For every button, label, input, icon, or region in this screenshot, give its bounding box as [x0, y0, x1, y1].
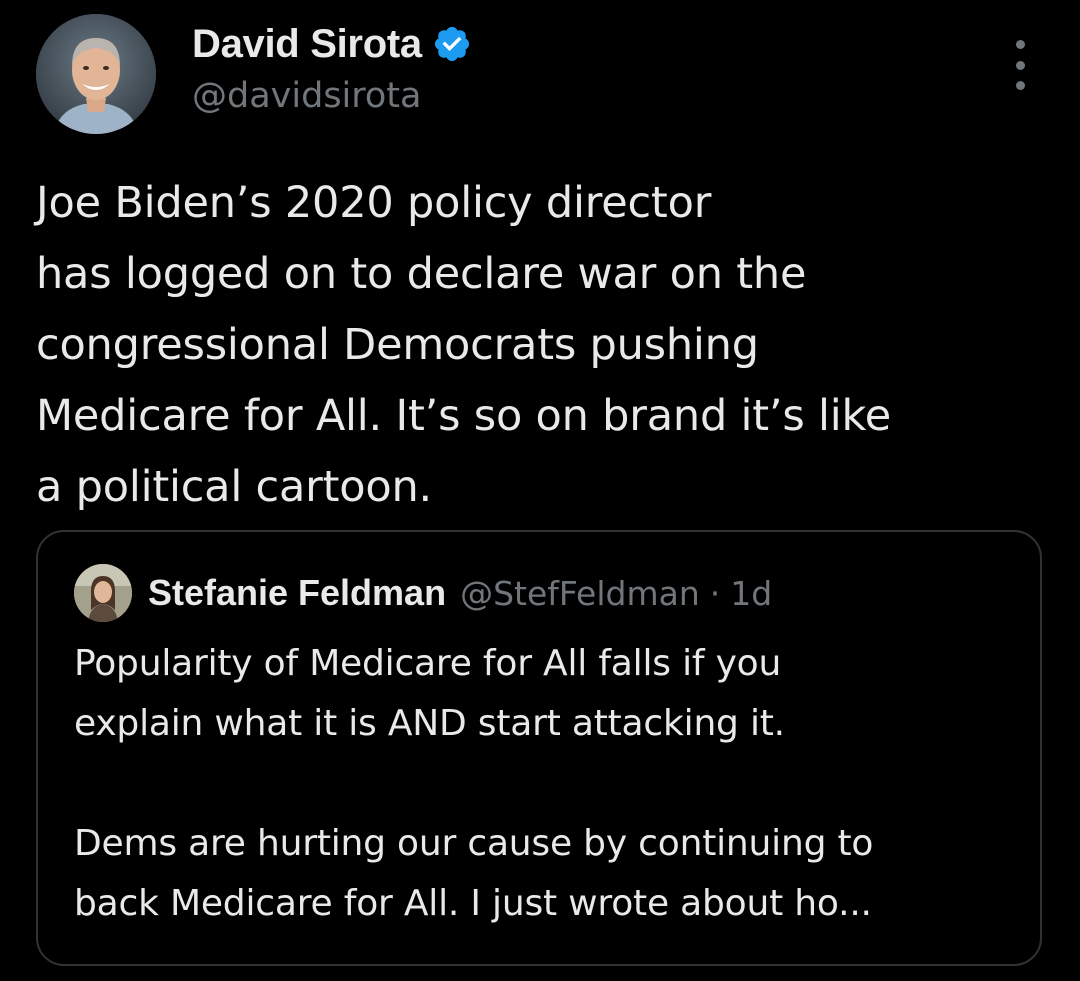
quoted-text-line: Popularity of Medicare for All falls if …: [74, 643, 782, 684]
tweet-text: Joe Biden’s 2020 policy director has log…: [36, 168, 1036, 523]
tweet-text-line: has logged on to declare war on the: [36, 249, 807, 299]
tweet-text-line: Joe Biden’s 2020 policy director: [36, 178, 712, 228]
more-options-button[interactable]: [1004, 40, 1036, 90]
avatar-photo-icon: [74, 564, 132, 622]
quoted-author-avatar: [74, 564, 132, 622]
quoted-author-display-name: Stefanie Feldman: [148, 572, 447, 613]
quoted-text-line: back Medicare for All. I just wrote abou…: [74, 883, 872, 924]
author-avatar[interactable]: [36, 14, 156, 134]
tweet-text-line: Medicare for All. It’s so on brand it’s …: [36, 391, 891, 441]
quoted-tweet-text: Popularity of Medicare for All falls if …: [74, 634, 1014, 934]
author-name-row[interactable]: David Sirota: [192, 18, 472, 70]
avatar-photo-icon: [36, 14, 156, 134]
quoted-separator: ·: [709, 573, 721, 613]
tweet-text-line: a political cartoon.: [36, 462, 432, 512]
tweet: David Sirota @davidsirota Joe Biden’s 20…: [0, 0, 1080, 981]
author-handle[interactable]: @davidsirota: [192, 76, 421, 116]
more-vertical-icon-dot: [1015, 60, 1025, 70]
quoted-text-line: Dems are hurting our cause by continuing…: [74, 823, 874, 864]
quoted-text-line: explain what it is AND start attacking i…: [74, 703, 785, 744]
tweet-text-line: congressional Democrats pushing: [36, 320, 759, 370]
quoted-tweet-header: Stefanie Feldman @StefFeldman · 1d: [74, 564, 772, 622]
quoted-author-handle: @StefFeldman: [460, 573, 700, 613]
more-vertical-icon-dot: [1015, 81, 1025, 90]
author-display-name[interactable]: David Sirota: [192, 22, 422, 67]
quoted-tweet-card[interactable]: Stefanie Feldman @StefFeldman · 1d Popul…: [36, 530, 1042, 966]
more-vertical-icon: [1015, 40, 1025, 49]
verified-badge-icon: [434, 26, 469, 62]
quoted-timestamp: 1d: [730, 573, 773, 613]
